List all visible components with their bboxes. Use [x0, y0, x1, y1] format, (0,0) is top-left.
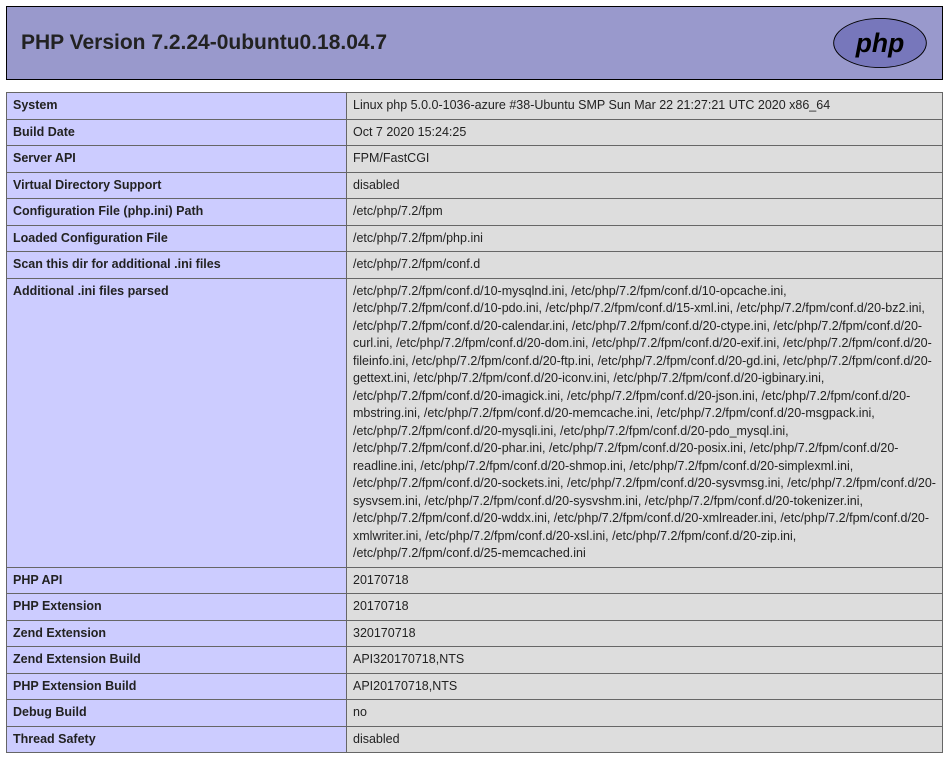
table-row: Configuration File (php.ini) Path/etc/ph…: [7, 199, 943, 226]
row-value: /etc/php/7.2/fpm/php.ini: [347, 225, 943, 252]
row-value: disabled: [347, 726, 943, 753]
table-row: Zend Extension320170718: [7, 620, 943, 647]
row-value: no: [347, 700, 943, 727]
row-value: FPM/FastCGI: [347, 146, 943, 173]
row-value: 320170718: [347, 620, 943, 647]
row-label: Additional .ini files parsed: [7, 278, 347, 567]
table-row: SystemLinux php 5.0.0-1036-azure #38-Ubu…: [7, 93, 943, 120]
row-value: disabled: [347, 172, 943, 199]
row-label: Scan this dir for additional .ini files: [7, 252, 347, 279]
phpinfo-table: SystemLinux php 5.0.0-1036-azure #38-Ubu…: [6, 92, 943, 753]
page-title: PHP Version 7.2.24-0ubuntu0.18.04.7: [21, 31, 387, 55]
row-label: Debug Build: [7, 700, 347, 727]
row-label: Zend Extension Build: [7, 647, 347, 674]
table-row: Debug Buildno: [7, 700, 943, 727]
row-label: Configuration File (php.ini) Path: [7, 199, 347, 226]
row-label: Build Date: [7, 119, 347, 146]
table-row: PHP Extension BuildAPI20170718,NTS: [7, 673, 943, 700]
row-label: PHP Extension Build: [7, 673, 347, 700]
row-value: 20170718: [347, 594, 943, 621]
table-row: PHP Extension20170718: [7, 594, 943, 621]
phpinfo-tbody: SystemLinux php 5.0.0-1036-azure #38-Ubu…: [7, 93, 943, 753]
table-row: Zend Extension BuildAPI320170718,NTS: [7, 647, 943, 674]
row-label: Virtual Directory Support: [7, 172, 347, 199]
table-row: Loaded Configuration File/etc/php/7.2/fp…: [7, 225, 943, 252]
row-label: System: [7, 93, 347, 120]
header-banner: PHP Version 7.2.24-0ubuntu0.18.04.7 php: [6, 6, 943, 80]
row-label: PHP API: [7, 567, 347, 594]
row-value: API320170718,NTS: [347, 647, 943, 674]
row-value: /etc/php/7.2/fpm/conf.d: [347, 252, 943, 279]
row-value: 20170718: [347, 567, 943, 594]
row-value: /etc/php/7.2/fpm: [347, 199, 943, 226]
php-logo-icon: php: [832, 17, 928, 69]
table-row: Server APIFPM/FastCGI: [7, 146, 943, 173]
row-label: PHP Extension: [7, 594, 347, 621]
row-label: Loaded Configuration File: [7, 225, 347, 252]
table-row: Additional .ini files parsed/etc/php/7.2…: [7, 278, 943, 567]
table-row: PHP API20170718: [7, 567, 943, 594]
table-row: Scan this dir for additional .ini files/…: [7, 252, 943, 279]
row-value: /etc/php/7.2/fpm/conf.d/10-mysqlnd.ini, …: [347, 278, 943, 567]
row-label: Thread Safety: [7, 726, 347, 753]
row-value: Linux php 5.0.0-1036-azure #38-Ubuntu SM…: [347, 93, 943, 120]
table-row: Thread Safetydisabled: [7, 726, 943, 753]
table-row: Virtual Directory Supportdisabled: [7, 172, 943, 199]
row-label: Zend Extension: [7, 620, 347, 647]
row-value: Oct 7 2020 15:24:25: [347, 119, 943, 146]
svg-text:php: php: [855, 28, 905, 58]
row-label: Server API: [7, 146, 347, 173]
row-value: API20170718,NTS: [347, 673, 943, 700]
table-row: Build DateOct 7 2020 15:24:25: [7, 119, 943, 146]
